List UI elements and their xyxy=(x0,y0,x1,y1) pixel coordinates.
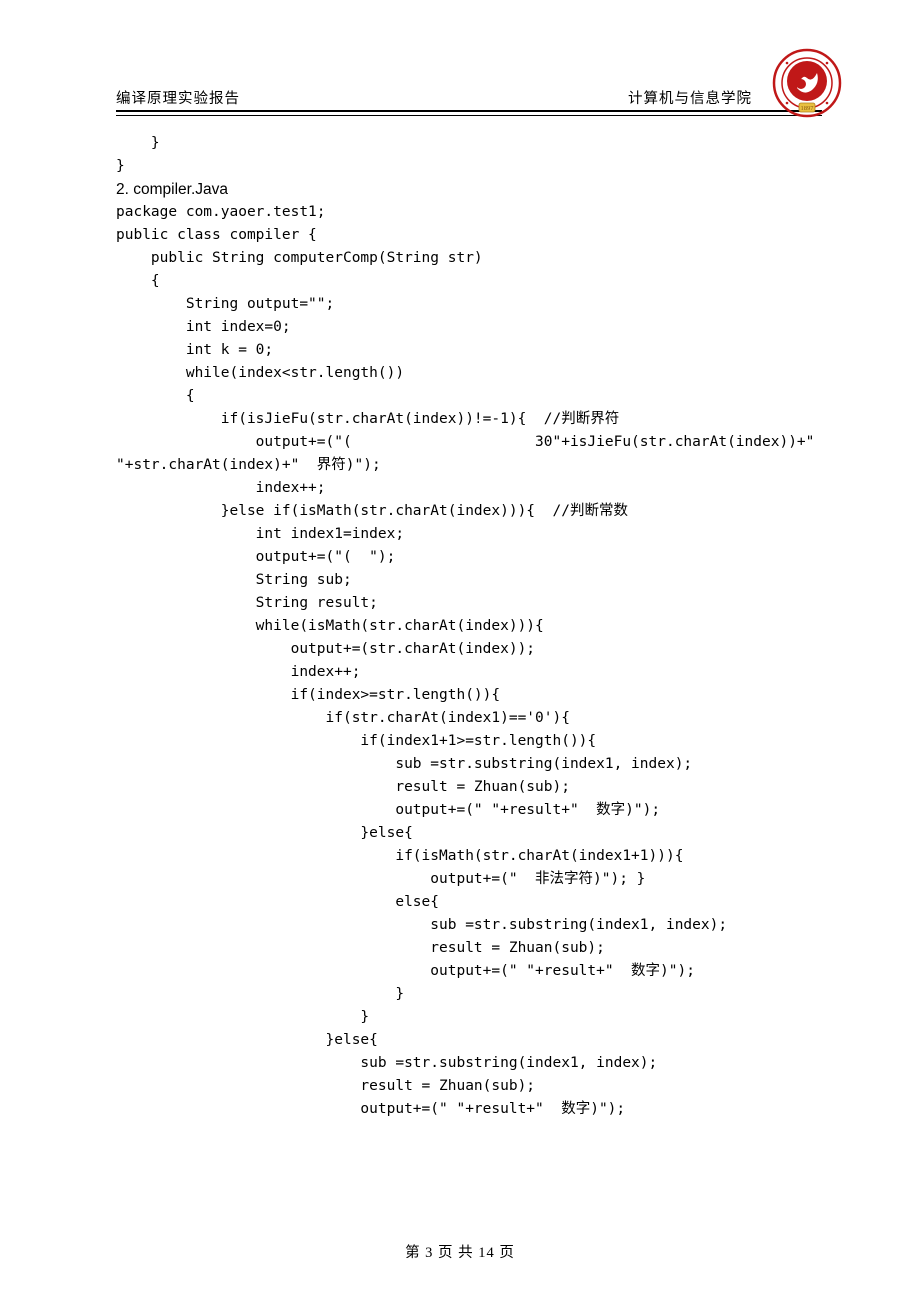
code-line: sub =str.substring(index1, index); xyxy=(116,753,822,776)
code-line: while(isMath(str.charAt(index))){ xyxy=(116,615,822,638)
code-line: while(index<str.length()) xyxy=(116,362,822,385)
code-line: }else{ xyxy=(116,822,822,845)
code-line: String sub; xyxy=(116,569,822,592)
code-line: }else{ xyxy=(116,1029,822,1052)
header-divider xyxy=(116,110,822,116)
code-line: result = Zhuan(sub); xyxy=(116,937,822,960)
code-line: } xyxy=(116,132,822,155)
section-heading: 2. compiler.Java xyxy=(116,178,822,201)
code-line: }else if(isMath(str.charAt(index))){ //判… xyxy=(116,500,822,523)
code-line: result = Zhuan(sub); xyxy=(116,1075,822,1098)
header-right-text: 计算机与信息学院 xyxy=(628,87,752,108)
code-line: result = Zhuan(sub); xyxy=(116,776,822,799)
code-line: output+=("( 30"+isJieFu(str.charAt(index… xyxy=(116,431,822,454)
header-left-text: 编译原理实验报告 xyxy=(116,87,240,108)
university-seal-icon: 1897 xyxy=(772,48,842,123)
code-line: int index=0; xyxy=(116,316,822,339)
code-line: } xyxy=(116,983,822,1006)
code-line: if(isJieFu(str.charAt(index))!=-1){ //判断… xyxy=(116,408,822,431)
code-line: String result; xyxy=(116,592,822,615)
code-line: output+=("( "); xyxy=(116,546,822,569)
code-line: package com.yaoer.test1; xyxy=(116,201,822,224)
code-line: if(str.charAt(index1)=='0'){ xyxy=(116,707,822,730)
code-line: public class compiler { xyxy=(116,224,822,247)
code-line: } xyxy=(116,155,822,178)
code-line: String output=""; xyxy=(116,293,822,316)
code-line: index++; xyxy=(116,477,822,500)
code-line: output+=(" "+result+" 数字)"); xyxy=(116,799,822,822)
code-line: "+str.charAt(index)+" 界符)"); xyxy=(116,454,822,477)
code-line: output+=(" 非法字符)"); } xyxy=(116,868,822,891)
code-line: } xyxy=(116,1006,822,1029)
document-body: }}2. compiler.Javapackage com.yaoer.test… xyxy=(116,132,822,1121)
code-line: int k = 0; xyxy=(116,339,822,362)
code-line: output+=(" "+result+" 数字)"); xyxy=(116,1098,822,1121)
code-line: index++; xyxy=(116,661,822,684)
code-line: if(index>=str.length()){ xyxy=(116,684,822,707)
code-line: public String computerComp(String str) xyxy=(116,247,822,270)
code-line: { xyxy=(116,385,822,408)
code-line: output+=(str.charAt(index)); xyxy=(116,638,822,661)
page-footer: 第 3 页 共 14 页 xyxy=(0,1241,920,1262)
page-number: 第 3 页 共 14 页 xyxy=(405,1245,515,1261)
page-header: 编译原理实验报告 计算机与信息学院 1897 xyxy=(116,78,822,110)
code-line: sub =str.substring(index1, index); xyxy=(116,1052,822,1075)
code-line: if(index1+1>=str.length()){ xyxy=(116,730,822,753)
code-line: if(isMath(str.charAt(index1+1))){ xyxy=(116,845,822,868)
code-line: else{ xyxy=(116,891,822,914)
logo-year: 1897 xyxy=(801,105,815,112)
code-line: { xyxy=(116,270,822,293)
code-line: sub =str.substring(index1, index); xyxy=(116,914,822,937)
code-line: output+=(" "+result+" 数字)"); xyxy=(116,960,822,983)
code-line: int index1=index; xyxy=(116,523,822,546)
